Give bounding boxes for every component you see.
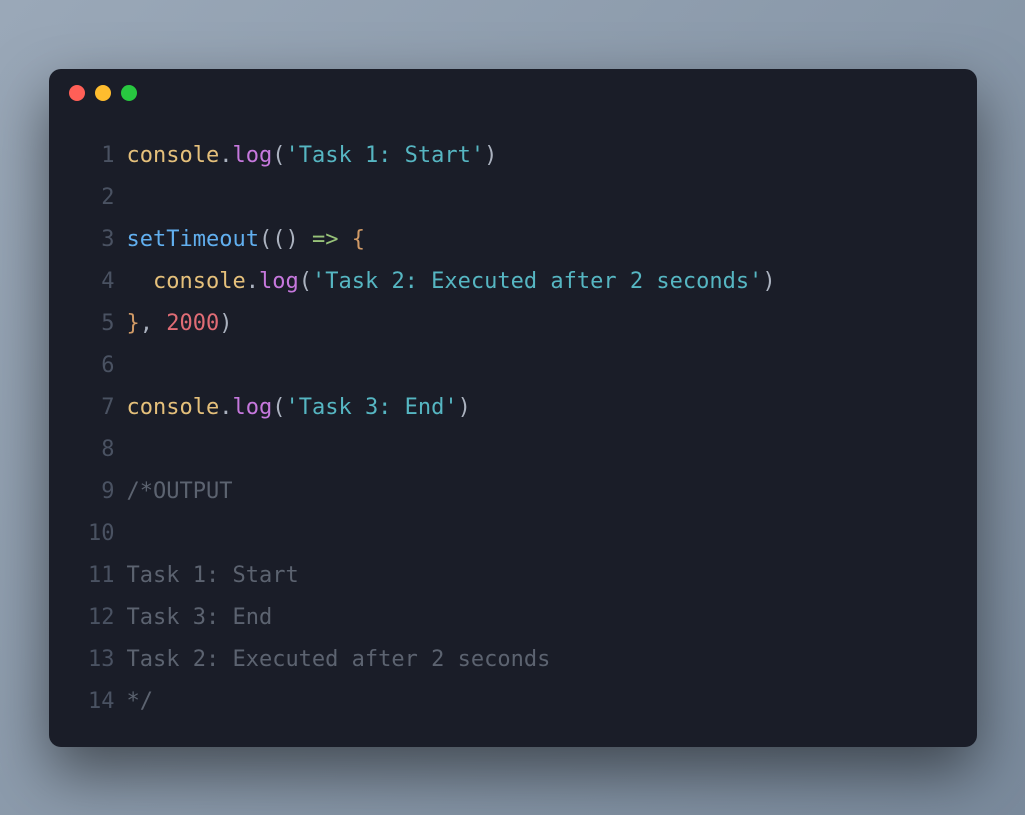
window-titlebar bbox=[49, 69, 977, 117]
code-line: 5}, 2000) bbox=[73, 303, 953, 345]
code-token: . bbox=[219, 143, 232, 168]
code-token: 'Task 3: End' bbox=[285, 395, 457, 420]
code-token: . bbox=[246, 269, 259, 294]
code-token: ( bbox=[299, 269, 312, 294]
code-token: ( bbox=[272, 395, 285, 420]
line-number: 13 bbox=[73, 639, 115, 681]
code-content: Task 3: End bbox=[127, 597, 953, 639]
code-token: Task 3: End bbox=[127, 605, 273, 630]
code-content: Task 2: Executed after 2 seconds bbox=[127, 639, 953, 681]
line-number: 9 bbox=[73, 471, 115, 513]
line-number: 2 bbox=[73, 177, 115, 219]
code-token: Task 1: Start bbox=[127, 563, 299, 588]
maximize-icon[interactable] bbox=[121, 85, 137, 101]
code-token: 'Task 1: Start' bbox=[285, 143, 484, 168]
code-window: 1console.log('Task 1: Start')23setTimeou… bbox=[49, 69, 977, 747]
code-line: 1 console.log('Task 1: Start') bbox=[73, 135, 953, 177]
code-token: 'Task 2: Executed after 2 seconds' bbox=[312, 269, 762, 294]
code-token: log bbox=[259, 269, 299, 294]
code-token: . bbox=[219, 395, 232, 420]
code-token: ) bbox=[219, 311, 232, 336]
code-token: Task 2: Executed after 2 seconds bbox=[127, 647, 551, 672]
line-number: 11 bbox=[73, 555, 115, 597]
line-number: 3 bbox=[73, 219, 115, 261]
code-content: */ bbox=[127, 681, 953, 723]
code-editor[interactable]: 1console.log('Task 1: Start')23setTimeou… bbox=[49, 117, 977, 747]
code-line: 6 bbox=[73, 345, 953, 387]
code-token: setTimeout bbox=[127, 227, 259, 252]
code-token: console bbox=[127, 143, 220, 168]
code-token: ) bbox=[484, 143, 497, 168]
code-token: ( bbox=[272, 143, 285, 168]
line-number: 14 bbox=[73, 681, 115, 723]
code-line: 12 Task 3: End bbox=[73, 597, 953, 639]
code-line: 9 /*OUTPUT bbox=[73, 471, 953, 513]
line-number: 4 bbox=[73, 261, 115, 303]
close-icon[interactable] bbox=[69, 85, 85, 101]
code-content: console.log('Task 1: Start') bbox=[127, 135, 953, 177]
code-token: log bbox=[232, 143, 272, 168]
code-token: log bbox=[232, 395, 272, 420]
code-token: ) bbox=[762, 269, 775, 294]
code-token: /*OUTPUT bbox=[127, 479, 233, 504]
code-token: console bbox=[153, 269, 246, 294]
code-token: */ bbox=[127, 689, 154, 714]
code-token: ) bbox=[458, 395, 471, 420]
code-token: (( bbox=[259, 227, 286, 252]
code-content: /*OUTPUT bbox=[127, 471, 953, 513]
line-number: 10 bbox=[73, 513, 115, 555]
minimize-icon[interactable] bbox=[95, 85, 111, 101]
line-number: 7 bbox=[73, 387, 115, 429]
code-content: setTimeout(() => { bbox=[127, 219, 953, 261]
code-content: console.log('Task 3: End') bbox=[127, 387, 953, 429]
line-number: 6 bbox=[73, 345, 115, 387]
code-line: 14 */ bbox=[73, 681, 953, 723]
code-token bbox=[127, 269, 154, 294]
code-token: { bbox=[352, 227, 365, 252]
code-token: ) bbox=[285, 227, 312, 252]
line-number: 5 bbox=[73, 303, 115, 345]
code-token: console bbox=[127, 395, 220, 420]
code-content: console.log('Task 2: Executed after 2 se… bbox=[127, 261, 953, 303]
code-token: 2000 bbox=[166, 311, 219, 336]
code-line: 13 Task 2: Executed after 2 seconds bbox=[73, 639, 953, 681]
code-line: 8 bbox=[73, 429, 953, 471]
code-line: 10 bbox=[73, 513, 953, 555]
code-line: 2 bbox=[73, 177, 953, 219]
code-token bbox=[338, 227, 351, 252]
code-content: }, 2000) bbox=[127, 303, 953, 345]
code-line: 4 console.log('Task 2: Executed after 2 … bbox=[73, 261, 953, 303]
code-token: => bbox=[312, 227, 339, 252]
code-token: , bbox=[140, 311, 167, 336]
line-number: 12 bbox=[73, 597, 115, 639]
code-line: 3 setTimeout(() => { bbox=[73, 219, 953, 261]
code-line: 7 console.log('Task 3: End') bbox=[73, 387, 953, 429]
line-number: 1 bbox=[73, 135, 115, 177]
code-line: 11 Task 1: Start bbox=[73, 555, 953, 597]
code-token: } bbox=[127, 311, 140, 336]
code-content: Task 1: Start bbox=[127, 555, 953, 597]
line-number: 8 bbox=[73, 429, 115, 471]
